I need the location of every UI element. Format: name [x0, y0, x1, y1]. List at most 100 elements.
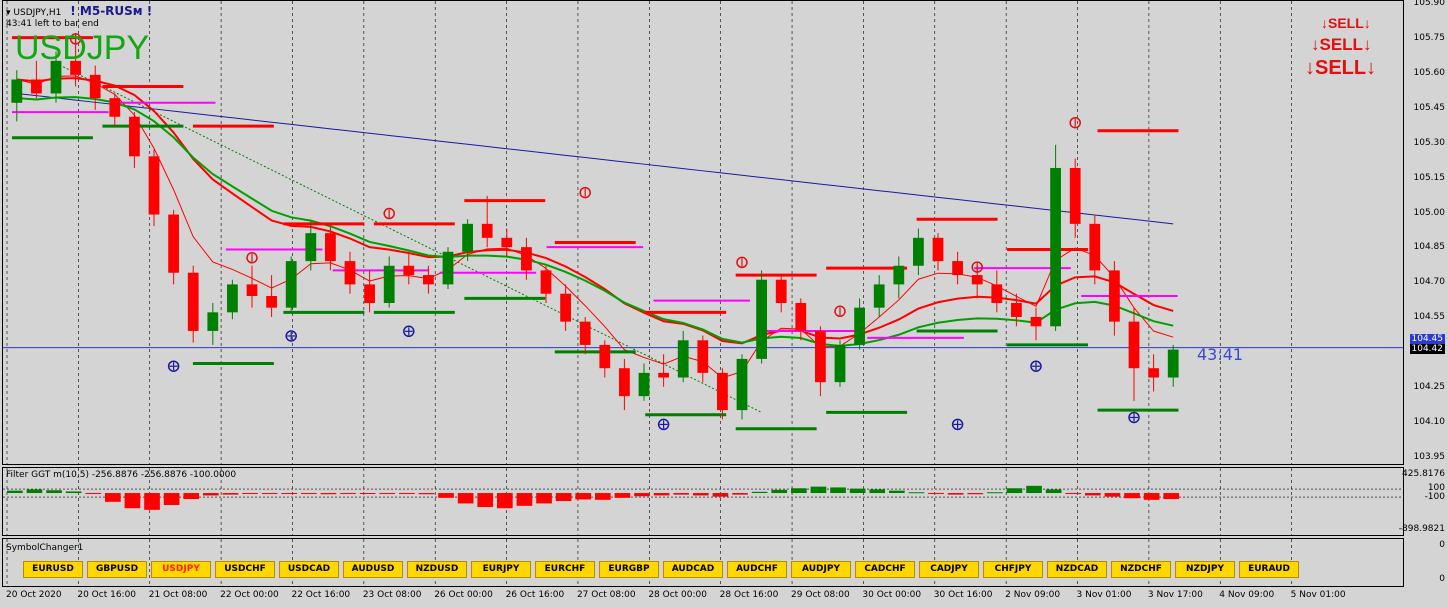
symbol-button-cadjpy[interactable]: CADJPY	[919, 561, 979, 578]
candle-body	[619, 368, 630, 397]
candle-body	[1069, 167, 1081, 224]
price-scale-label: 104.10	[1413, 417, 1446, 428]
candle-body	[344, 261, 356, 285]
time-axis[interactable]: 20 Oct 2020 20 Oct 16:00 21 Oct 08:00 22 Oc…	[2, 588, 1404, 607]
indicator-bar	[418, 493, 435, 495]
indicator-pane[interactable]: Filter GGT m(10,5) -256.8876 -256.8876 -…	[2, 467, 1404, 536]
indicator-bar	[183, 493, 200, 500]
symbol-button-audchf[interactable]: AUDCHF	[727, 561, 787, 578]
symbol-changer-title: SymbolChanger1	[6, 543, 84, 553]
ma-fast-line	[16, 75, 1174, 379]
price-scale-label: 104.55	[1413, 312, 1446, 323]
time-axis-label: 29 Oct 08:00	[791, 590, 850, 600]
indicator-bar	[830, 487, 846, 494]
time-axis-label: 27 Oct 08:00	[576, 590, 636, 600]
indicator-bar	[595, 493, 611, 500]
candle-body	[129, 116, 140, 157]
symbol-button-nzdchf[interactable]: NZDCHF	[1111, 561, 1171, 578]
price-scale-label: 103.95	[1413, 452, 1446, 462]
symbol-button-audjpy[interactable]: AUDJPY	[791, 561, 851, 578]
candle-body	[1109, 270, 1120, 322]
symbol-button-eurjpy[interactable]: EURJPY	[471, 561, 531, 578]
time-axis-label: 4 Nov 09:00	[1219, 590, 1275, 600]
candle-body	[1167, 349, 1179, 378]
candle-body	[1011, 303, 1022, 317]
indicator-bar	[281, 493, 298, 495]
symbol-button-eurchf[interactable]: EURCHF	[535, 561, 595, 578]
candle-body	[638, 372, 650, 397]
time-axis-label: 22 Oct 16:00	[291, 590, 351, 600]
price-scale-label: 104.70	[1413, 277, 1446, 288]
symbol-button-chfjpy[interactable]: CHFJPY	[983, 561, 1043, 578]
indicator-bar	[732, 493, 748, 495]
indicator-bar	[869, 489, 886, 494]
candle-body	[795, 303, 807, 331]
symbol-button-eurusd[interactable]: EURUSD	[23, 561, 83, 578]
symbol-button-audusd[interactable]: AUDUSD	[343, 561, 403, 578]
candle-body	[109, 98, 121, 117]
indicator-bar	[105, 493, 121, 502]
price-scale-label: 104.85	[1413, 242, 1446, 253]
indicator-bar	[340, 493, 356, 495]
indicator-bar	[1085, 493, 1101, 496]
sell-signal-medium: ↓SELL↓	[1311, 35, 1372, 54]
indicator-scale: 425.8176 100 -100 -898.9821	[1398, 469, 1445, 534]
price-chart[interactable]	[3, 1, 1403, 464]
candle-body	[736, 358, 748, 411]
symbol-button-gbpusd[interactable]: GBPUSD	[87, 561, 147, 578]
candle-body	[462, 223, 473, 252]
symbol-button-usdchf[interactable]: USDCHF	[215, 561, 275, 578]
candle-body	[501, 237, 513, 248]
symbol-button-nzdusd[interactable]: NZDUSD	[407, 561, 467, 578]
price-scale-label: 105.45	[1413, 102, 1446, 113]
symbol-button-euraud[interactable]: EURAUD	[1239, 561, 1299, 578]
symbol-button-nzdjpy[interactable]: NZDJPY	[1175, 561, 1235, 578]
candle-body	[893, 265, 905, 285]
indicator-bar	[477, 493, 494, 508]
candle-body	[991, 284, 1003, 304]
indicator-bar	[222, 493, 239, 495]
candle-body	[697, 340, 709, 373]
indicator-bar	[46, 490, 62, 494]
indicator-bar	[497, 493, 513, 509]
indicator-bar	[144, 493, 160, 510]
candle-body	[1148, 368, 1159, 378]
indicator-bar	[1006, 488, 1023, 494]
symbol-button-audcad[interactable]: AUDCAD	[663, 561, 723, 578]
symbol-button-cadchf[interactable]: CADCHF	[855, 561, 915, 578]
chevron-down-icon[interactable]: ▾	[6, 8, 11, 18]
candle-body	[285, 261, 297, 308]
price-scale[interactable]: 105.90 105.75 105.60 105.45 105.30 105.15 105.…	[1406, 0, 1447, 465]
price-chart-pane[interactable]: ▾ USDJPY,H1 ! M5-RUSм ! 43:41 left to ba…	[2, 0, 1404, 465]
time-axis-label: 30 Oct 16:00	[933, 590, 993, 600]
price-scale-label: 104.25	[1413, 382, 1446, 393]
candle-body	[815, 330, 826, 383]
candle-body	[246, 284, 258, 297]
chart-window-header: ▾ USDJPY,H1 ! M5-RUSм !	[6, 4, 152, 18]
candle-body	[383, 265, 395, 304]
sell-signal-small: ↓SELL↓	[1321, 15, 1371, 31]
indicator-bar	[379, 493, 396, 495]
candle-body	[756, 279, 767, 359]
indicator-bar	[967, 493, 984, 495]
time-axis-label: 20 Oct 16:00	[77, 590, 137, 600]
symbol-button-nzdcad[interactable]: NZDCAD	[1047, 561, 1107, 578]
candle-body	[11, 79, 23, 103]
candle-body	[325, 233, 336, 262]
time-axis-label: 20 Oct 2020	[6, 590, 62, 600]
bar-countdown: 43:41	[1197, 345, 1244, 364]
indicator-bar	[889, 490, 905, 494]
arrow-down-icon: ↓	[1362, 35, 1372, 54]
time-axis-label: 28 Oct 16:00	[719, 590, 779, 600]
indicator-bar	[359, 493, 376, 495]
indicator-bar	[320, 493, 337, 495]
indicator-bar	[7, 490, 23, 494]
price-scale-label: 105.60	[1413, 67, 1446, 78]
candle-body	[305, 233, 317, 262]
symbol-button-usdjpy[interactable]: USDJPY	[151, 561, 211, 578]
symbol-button-eurgbp[interactable]: EURGBP	[599, 561, 659, 578]
indicator-bar	[673, 493, 690, 495]
candle-body	[913, 237, 924, 266]
symbol-button-usdcad[interactable]: USDCAD	[279, 561, 339, 578]
big-symbol-label: USDJPY	[15, 29, 150, 67]
